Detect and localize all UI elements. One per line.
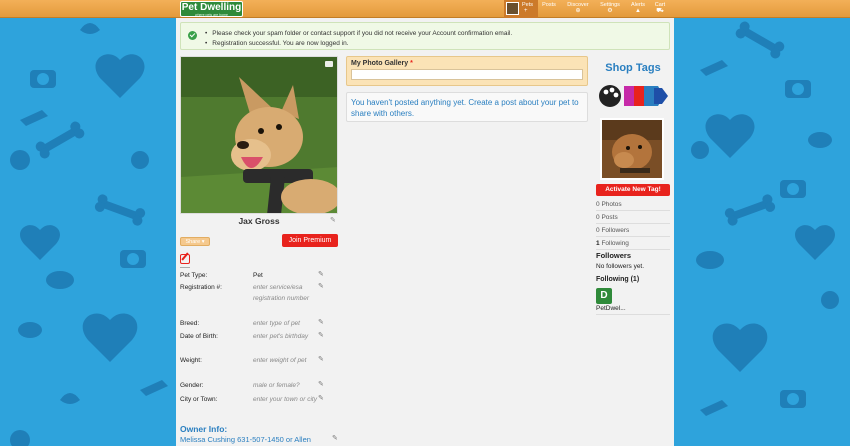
pencil-icon[interactable]: ✎: [318, 270, 324, 278]
pencil-icon[interactable]: ✎: [318, 318, 324, 326]
shop-tags-title[interactable]: Shop Tags: [596, 62, 670, 74]
divider: [180, 267, 190, 268]
compass-icon: ⊕: [575, 8, 581, 14]
pet-dwelling-logo[interactable]: Pet Dwelling where pets are home: [180, 1, 243, 17]
share-button[interactable]: Share ▾: [180, 237, 210, 246]
photo-gallery-title: My Photo Gallery *: [351, 60, 413, 67]
dog-thumb-illustration: [602, 120, 662, 178]
pencil-icon[interactable]: ✎: [332, 434, 338, 442]
pencil-icon[interactable]: ✎: [318, 394, 324, 402]
camera-icon[interactable]: [325, 61, 333, 67]
pencil-icon[interactable]: ✎: [318, 380, 324, 388]
followers-note: No followers yet.: [596, 263, 645, 270]
following-account-name[interactable]: PetDwel...: [596, 305, 626, 312]
edit-profile-icon[interactable]: [180, 254, 190, 264]
pencil-icon[interactable]: ✎: [318, 282, 324, 290]
top-navigation-bar: Pet Dwelling where pets are home Pets + …: [0, 0, 850, 18]
nav-posts[interactable]: Posts: [540, 0, 558, 18]
pet-dwelling-account-icon[interactable]: D: [596, 288, 612, 304]
stat-followers[interactable]: 0 Followers: [596, 225, 670, 237]
field-label: Gender:: [180, 382, 204, 389]
nav-settings[interactable]: Settings ⚙: [597, 0, 623, 18]
required-asterisk: *: [410, 60, 413, 67]
dog-photo-illustration: [181, 57, 337, 213]
following-heading: Following (1): [596, 276, 640, 283]
notice-messages: Please check your spam folder or contact…: [205, 29, 512, 49]
nav-alerts[interactable]: Alerts ▲: [628, 0, 648, 18]
pet-profile-photo[interactable]: [180, 56, 338, 214]
followers-heading: Followers: [596, 251, 632, 260]
tag-dog-photo[interactable]: [600, 118, 664, 180]
field-label: Weight:: [180, 357, 202, 364]
field-value[interactable]: enter pet's birthday: [253, 331, 319, 342]
stat-posts[interactable]: 0 Posts: [596, 212, 670, 224]
gallery-upload-input[interactable]: [351, 69, 583, 80]
check-circle-icon: [188, 31, 197, 40]
field-label: Date of Birth:: [180, 333, 218, 340]
field-label: Pet Type:: [180, 272, 208, 279]
field-value[interactable]: enter weight of pet: [253, 355, 319, 366]
field-label: City or Town:: [180, 396, 218, 403]
field-value[interactable]: Pet: [253, 270, 319, 281]
activate-new-tag-button[interactable]: Activate New Tag!: [596, 184, 670, 196]
plus-icon: +: [524, 8, 528, 14]
cart-icon: ⛟: [656, 8, 664, 14]
nav-cart[interactable]: Cart ⛟: [652, 0, 668, 18]
pet-name: Jax Gross: [238, 216, 280, 226]
gallery-title-text: My Photo Gallery: [351, 60, 409, 67]
notice-message: Please check your spam folder or contact…: [205, 29, 512, 39]
bell-icon: ▲: [635, 8, 641, 14]
logo-tagline: where pets are home: [195, 13, 228, 17]
empty-posts-text[interactable]: You haven't posted anything yet. Create …: [351, 97, 583, 119]
photo-gallery-panel: My Photo Gallery *: [346, 56, 588, 86]
field-label: Breed:: [180, 320, 200, 327]
empty-posts-message: You haven't posted anything yet. Create …: [346, 92, 588, 122]
stat-photos[interactable]: 0 Photos: [596, 199, 670, 211]
pet-avatar-thumb: [506, 2, 519, 15]
field-label: Registration #:: [180, 284, 222, 291]
success-notice: Please check your spam folder or contact…: [180, 22, 670, 50]
pencil-icon[interactable]: ✎: [330, 216, 336, 224]
join-premium-button[interactable]: Join Premium: [282, 234, 338, 247]
logo-name: Pet Dwelling: [181, 2, 242, 13]
nav-pets[interactable]: Pets +: [504, 0, 538, 18]
field-value[interactable]: male or female?: [253, 380, 319, 391]
main-content: Please check your spam folder or contact…: [176, 18, 674, 446]
owner-info-heading: Owner Info:: [180, 424, 228, 434]
field-value[interactable]: enter your town or city: [253, 394, 319, 405]
owner-info-text[interactable]: Melissa Cushing 631-507-1450 or Allen: [180, 435, 311, 444]
divider: [596, 314, 670, 315]
field-value[interactable]: enter service/esa registration number: [253, 282, 319, 304]
gear-icon: ⚙: [607, 8, 613, 14]
pencil-icon[interactable]: ✎: [318, 355, 324, 363]
pencil-icon[interactable]: ✎: [318, 331, 324, 339]
nav-posts-label: Posts: [542, 2, 556, 8]
pet-tags-image[interactable]: [596, 78, 670, 114]
nav-discover[interactable]: Discover ⊕: [565, 0, 591, 18]
notice-message: Registration successful. You are now log…: [205, 39, 512, 49]
stat-following[interactable]: 1 Following: [596, 238, 670, 250]
field-value[interactable]: enter type of pet: [253, 318, 319, 329]
